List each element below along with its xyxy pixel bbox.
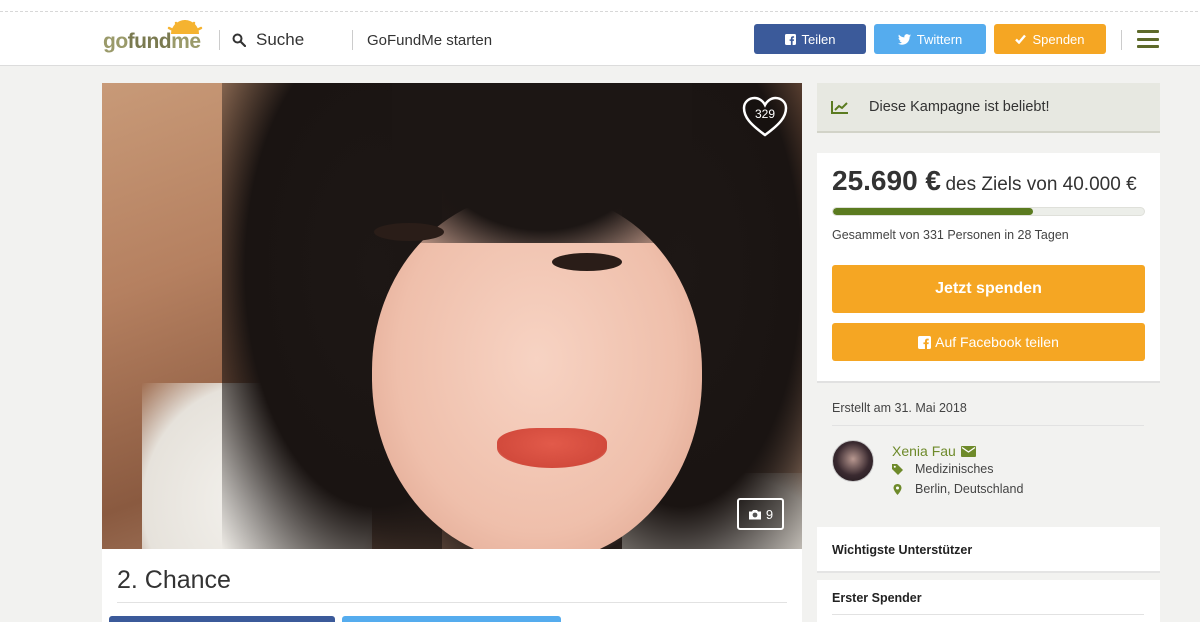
progress-fill [833, 208, 1033, 215]
tweet-button[interactable]: Twittern [874, 24, 986, 54]
tweet-bottom-button[interactable] [342, 616, 561, 622]
start-campaign-link[interactable]: GoFundMe starten [367, 32, 492, 49]
header-divider [0, 11, 1200, 12]
search-label: Suche [256, 30, 305, 49]
camera-icon [748, 509, 761, 519]
divider [832, 425, 1144, 426]
share-facebook-button[interactable]: Teilen [754, 24, 866, 54]
tweet-label: Twittern [916, 31, 963, 47]
organizer-name: Xenia Fau [892, 443, 956, 459]
hamburger-menu-icon[interactable] [1137, 30, 1159, 48]
logo-text: gofundme [103, 30, 201, 53]
campaign-photo[interactable] [102, 83, 802, 549]
first-donor-title: Erster Spender [832, 591, 922, 605]
header-separator [1121, 30, 1122, 50]
raised-amount: 25.690 € [832, 165, 941, 196]
first-donor-section: Erster Spender [817, 580, 1160, 622]
facebook-share-button[interactable]: Auf Facebook teilen [832, 323, 1145, 361]
facebook-icon [918, 335, 932, 349]
donate-now-button[interactable]: Jetzt spenden [832, 265, 1145, 313]
tag-icon [892, 463, 903, 475]
divider [832, 614, 1144, 615]
share-facebook-bottom-button[interactable] [109, 616, 335, 622]
top-supporters-title: Wichtigste Unterstützer [832, 543, 973, 557]
collected-text: Gesammelt von 331 Personen in 28 Tagen [832, 228, 1069, 242]
photo-gallery-button[interactable]: 9 [737, 498, 784, 530]
twitter-icon [897, 33, 911, 45]
likes-count: 329 [754, 107, 776, 121]
header-separator [352, 30, 353, 50]
campaign-title: 2. Chance [117, 566, 231, 594]
created-date: Erstellt am 31. Mai 2018 [832, 401, 967, 415]
donation-card: 25.690 € des Ziels von 40.000 € Gesammel… [817, 153, 1160, 383]
top-supporters-section: Wichtigste Unterstützer [817, 527, 1160, 573]
location-text: Berlin, Deutschland [915, 482, 1024, 496]
search-link[interactable]: Suche [232, 30, 304, 50]
trending-chart-icon [831, 101, 848, 114]
facebook-share-label: Auf Facebook teilen [935, 334, 1059, 350]
header-separator [219, 30, 220, 50]
checkmark-icon [1015, 34, 1027, 44]
share-label: Teilen [801, 31, 836, 47]
goal-text: des Ziels von 40.000 € [945, 174, 1137, 195]
organizer-link[interactable]: Xenia Fau [892, 443, 976, 459]
donate-header-button[interactable]: Spenden [994, 24, 1106, 54]
divider [117, 602, 787, 603]
facebook-icon [784, 33, 796, 45]
photo-count: 9 [765, 506, 774, 522]
donate-label: Spenden [1032, 31, 1085, 47]
category-row[interactable]: Medizinisches [892, 462, 994, 476]
progress-bar [832, 207, 1145, 216]
category-text: Medizinisches [915, 462, 994, 476]
amount-line: 25.690 € des Ziels von 40.000 € [832, 165, 1137, 197]
search-icon [232, 33, 246, 47]
location-row: Berlin, Deutschland [892, 482, 1023, 496]
campaign-title-box: 2. Chance [102, 549, 802, 622]
popular-text: Diese Kampagne ist beliebt! [869, 99, 1050, 115]
organizer-avatar[interactable] [832, 440, 874, 482]
map-pin-icon [893, 483, 902, 495]
envelope-icon[interactable] [960, 445, 976, 457]
popular-banner: Diese Kampagne ist beliebt! [817, 83, 1160, 133]
